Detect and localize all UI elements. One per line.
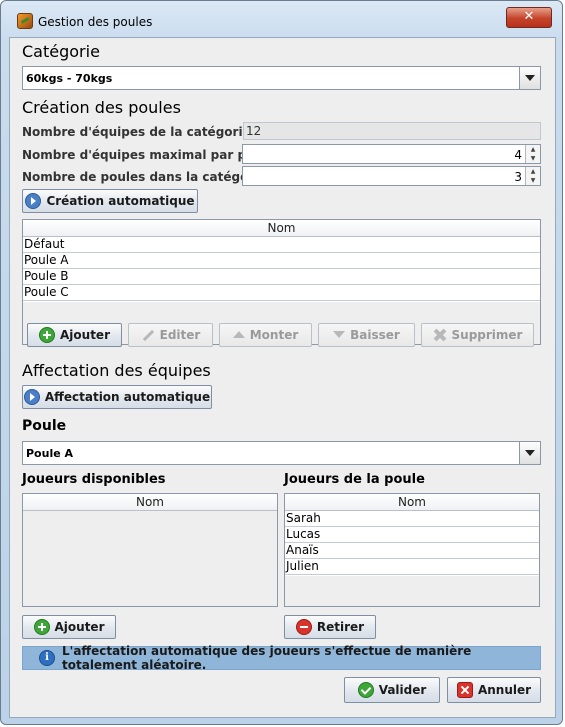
poules-table-header[interactable]: Nom xyxy=(23,220,540,237)
categorie-combo[interactable]: 60kgs - 70kgs xyxy=(22,66,541,90)
table-row[interactable]: Anaïs xyxy=(285,543,539,559)
add-icon xyxy=(39,327,55,343)
categorie-selected: 60kgs - 70kgs xyxy=(26,72,113,85)
retirer-button[interactable]: Retirer xyxy=(284,615,376,639)
table-row[interactable]: Poule B xyxy=(23,269,540,285)
max-par-poule-value: 4 xyxy=(514,148,522,162)
nb-equipes-label: Nombre d'équipes de la catégorie : xyxy=(22,125,260,139)
chevron-down-icon[interactable] xyxy=(519,442,540,464)
valider-label: Valider xyxy=(378,683,427,697)
add-icon xyxy=(33,619,50,635)
annuler-label: Annuler xyxy=(477,683,532,697)
table-row[interactable]: Poule C xyxy=(23,285,540,301)
play-icon xyxy=(25,193,42,209)
spinner-down-icon[interactable]: ▼ xyxy=(525,154,540,163)
joueurs-disponibles-table[interactable]: Nom xyxy=(22,493,278,607)
dialog-content: Catégorie 60kgs - 70kgs Création des pou… xyxy=(9,37,556,718)
close-button[interactable]: ✕ xyxy=(506,7,552,28)
poule-selected: Poule A xyxy=(26,447,74,460)
monter-label: Monter xyxy=(249,328,299,342)
arrow-up-icon xyxy=(232,331,245,339)
delete-icon xyxy=(433,328,447,342)
disponibles-table-header[interactable]: Nom xyxy=(23,494,277,511)
play-icon xyxy=(23,389,40,405)
window-title: Gestion des poules xyxy=(38,15,153,29)
table-row[interactable]: Défaut xyxy=(23,237,540,253)
table-empty-area xyxy=(285,576,539,606)
affectation-title: Affectation des équipes xyxy=(22,361,211,380)
table-empty-area xyxy=(23,511,277,606)
check-icon xyxy=(357,682,374,698)
monter-button[interactable]: Monter xyxy=(219,323,312,347)
poule-combo[interactable]: Poule A xyxy=(22,441,541,465)
ajouter-joueur-button[interactable]: Ajouter xyxy=(22,615,116,639)
creation-auto-button[interactable]: Création automatique xyxy=(22,189,198,213)
cancel-icon xyxy=(456,682,473,698)
joueurs-poule-table[interactable]: Nom Sarah Lucas Anaïs Julien xyxy=(284,493,540,607)
joueurs-poule-title: Joueurs de la poule xyxy=(284,472,425,487)
chevron-down-icon[interactable] xyxy=(519,67,540,89)
nb-poules-value: 3 xyxy=(514,170,522,184)
editer-label: Editer xyxy=(159,328,201,342)
ajouter-label: Ajouter xyxy=(60,328,110,342)
nb-poules-spinner[interactable]: 3 ▲ ▼ xyxy=(242,166,541,186)
pencil-icon xyxy=(141,328,155,342)
affectation-auto-button[interactable]: Affectation automatique xyxy=(22,385,212,409)
title-bar[interactable]: Gestion des poules ✕ xyxy=(1,1,562,37)
baisser-button[interactable]: Baisser xyxy=(318,323,415,347)
valider-button[interactable]: Valider xyxy=(344,677,440,703)
categorie-title: Catégorie xyxy=(22,42,100,61)
ajouter-joueur-label: Ajouter xyxy=(54,620,105,634)
editer-button[interactable]: Editer xyxy=(128,323,213,347)
ajouter-poule-button[interactable]: Ajouter xyxy=(27,323,122,347)
supprimer-button[interactable]: Supprimer xyxy=(421,323,534,347)
creation-auto-label: Création automatique xyxy=(46,194,195,208)
info-text: L'affectation automatique des joueurs s'… xyxy=(62,644,472,672)
creation-title: Création des poules xyxy=(22,98,181,117)
table-row[interactable]: Sarah xyxy=(285,511,539,527)
joueurs-disponibles-title: Joueurs disponibles xyxy=(22,472,166,487)
remove-icon xyxy=(295,619,312,635)
table-row[interactable]: Lucas xyxy=(285,527,539,543)
arrow-down-icon xyxy=(333,331,346,339)
retirer-label: Retirer xyxy=(316,620,365,634)
poule-table-header[interactable]: Nom xyxy=(285,494,539,511)
spinner-down-icon[interactable]: ▼ xyxy=(525,176,540,185)
annuler-button[interactable]: Annuler xyxy=(447,677,541,703)
poule-label: Poule xyxy=(22,418,67,434)
app-icon xyxy=(17,13,33,29)
supprimer-label: Supprimer xyxy=(451,328,523,342)
info-bar: i L'affectation automatique des joueurs … xyxy=(22,644,541,672)
max-par-poule-spinner[interactable]: 4 ▲ ▼ xyxy=(242,144,541,164)
baisser-label: Baisser xyxy=(350,328,400,342)
table-row[interactable]: Poule A xyxy=(23,253,540,269)
table-row[interactable]: Julien xyxy=(285,559,539,575)
info-icon: i xyxy=(39,650,55,666)
affectation-auto-label: Affectation automatique xyxy=(44,390,211,404)
dialog-window: Gestion des poules ✕ Catégorie 60kgs - 7… xyxy=(0,0,563,725)
nb-poules-label: Nombre de poules dans la catégorie : xyxy=(22,170,276,184)
nb-equipes-field: 12 xyxy=(243,122,541,140)
